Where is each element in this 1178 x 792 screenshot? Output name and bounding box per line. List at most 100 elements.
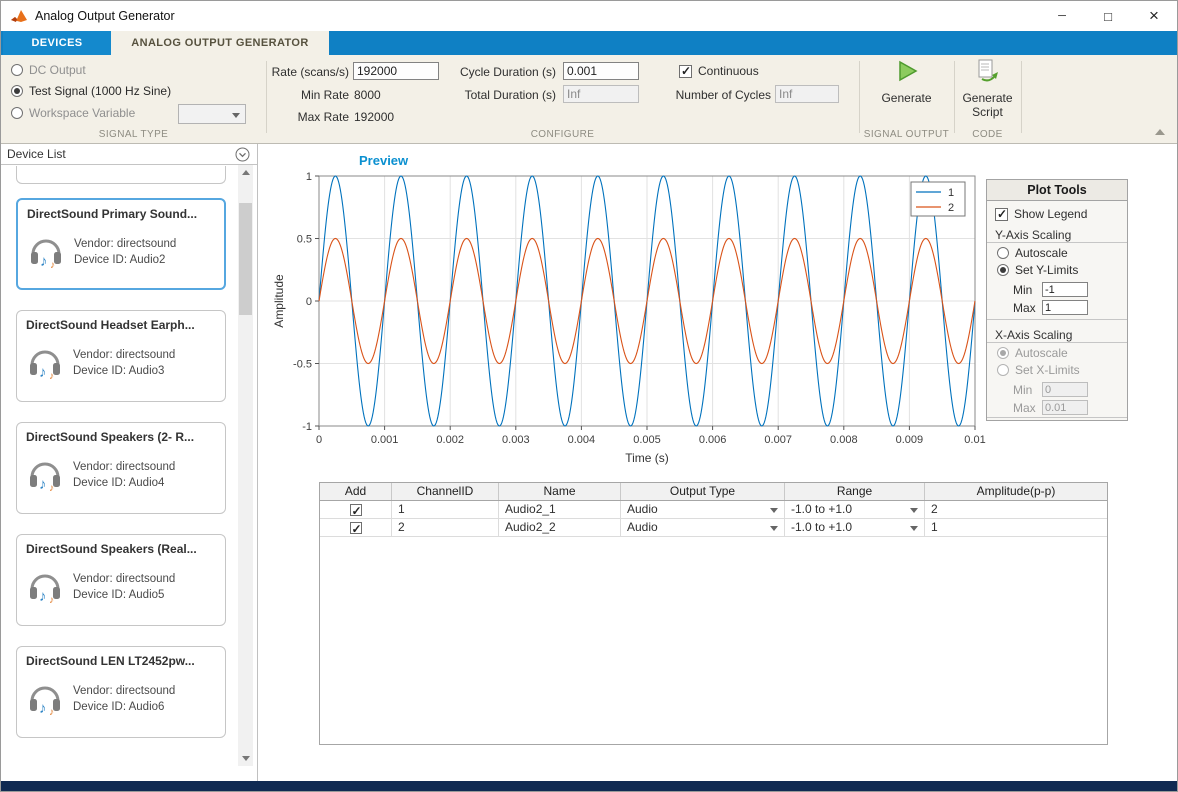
toolstrip-ribbon: DC Output Test Signal (1000 Hz Sine) Wor… xyxy=(1,55,1177,144)
headphones-icon: ♪ ♪ xyxy=(25,563,65,605)
workspace-variable-radio[interactable]: Workspace Variable xyxy=(11,106,135,120)
generate-script-button[interactable]: GenerateScript xyxy=(954,59,1021,119)
checkbox-icon[interactable] xyxy=(350,522,362,534)
checkbox-icon[interactable] xyxy=(995,208,1008,221)
generate-script-label: GenerateScript xyxy=(962,91,1012,119)
workspace-variable-dropdown[interactable] xyxy=(178,104,246,124)
section-label-signal-type: SIGNAL TYPE xyxy=(1,129,266,140)
radio-icon[interactable] xyxy=(997,247,1009,259)
y-max-input[interactable] xyxy=(1042,300,1088,315)
radio-icon[interactable] xyxy=(11,107,23,119)
maximize-button[interactable] xyxy=(1085,1,1131,31)
scroll-up-icon[interactable] xyxy=(238,165,253,180)
y-autoscale-radio[interactable]: Autoscale xyxy=(997,246,1068,260)
col-header-range: Range xyxy=(785,483,925,500)
test-signal-radio[interactable]: Test Signal (1000 Hz Sine) xyxy=(11,84,171,98)
add-cell[interactable] xyxy=(320,501,392,519)
svg-text:♪: ♪ xyxy=(49,371,54,381)
device-list-scrollbar[interactable] xyxy=(238,165,253,766)
scrollbar-thumb[interactable] xyxy=(239,203,252,315)
name-cell[interactable]: Audio2_1 xyxy=(499,501,621,519)
svg-text:-1: -1 xyxy=(302,421,312,433)
channelid-cell: 1 xyxy=(392,501,499,519)
generate-button[interactable]: Generate xyxy=(859,59,954,105)
svg-text:2: 2 xyxy=(948,202,954,214)
x-min-input xyxy=(1042,382,1088,397)
tab-devices[interactable]: DEVICES xyxy=(3,31,111,55)
show-legend-checkbox[interactable]: Show Legend xyxy=(995,207,1087,221)
cycle-duration-input[interactable] xyxy=(563,62,639,80)
device-vendor: Vendor: directsound xyxy=(73,461,175,473)
cycle-duration-label: Cycle Duration (s) xyxy=(431,65,556,79)
add-cell[interactable] xyxy=(320,519,392,537)
amplitude-cell[interactable]: 1 xyxy=(925,519,1107,537)
svg-text:0.001: 0.001 xyxy=(371,434,399,446)
device-vendor: Vendor: directsound xyxy=(73,573,175,585)
device-card-title: DirectSound Primary Sound... xyxy=(27,207,197,221)
radio-icon[interactable] xyxy=(997,264,1009,276)
output-type-cell[interactable]: Audio xyxy=(621,519,785,537)
dc-output-radio[interactable]: DC Output xyxy=(11,63,86,77)
svg-text:1: 1 xyxy=(948,187,954,199)
svg-text:0: 0 xyxy=(316,434,322,446)
range-cell[interactable]: -1.0 to +1.0 xyxy=(785,519,925,537)
checkbox-icon[interactable] xyxy=(350,504,362,516)
svg-text:0.01: 0.01 xyxy=(964,434,985,446)
close-button[interactable] xyxy=(1131,1,1177,31)
svg-text:♪: ♪ xyxy=(49,483,54,493)
rate-input[interactable] xyxy=(353,62,439,80)
chevron-down-icon[interactable] xyxy=(770,526,778,531)
svg-text:0.007: 0.007 xyxy=(764,434,792,446)
device-card[interactable]: DirectSound Speakers (2- R... ♪ ♪ Vendor… xyxy=(16,422,226,514)
chevron-down-icon xyxy=(232,113,240,118)
device-card[interactable]: DirectSound Speakers (Real... ♪ ♪ Vendor… xyxy=(16,534,226,626)
matlab-icon xyxy=(11,9,27,23)
plot-tools-title: Plot Tools xyxy=(987,180,1127,201)
chevron-down-icon[interactable] xyxy=(910,526,918,531)
tab-analog-output-generator[interactable]: ANALOG OUTPUT GENERATOR xyxy=(111,31,329,55)
device-card[interactable]: DirectSound LEN LT2452pw... ♪ ♪ Vendor: … xyxy=(16,646,226,738)
chevron-down-icon[interactable] xyxy=(910,508,918,513)
preview-chart: 00.0010.0020.0030.0040.0050.0060.0070.00… xyxy=(271,168,981,468)
svg-text:♪: ♪ xyxy=(49,707,54,717)
radio-icon[interactable] xyxy=(11,85,23,97)
y-axis-scaling-title: Y-Axis Scaling xyxy=(995,228,1071,242)
svg-text:Time (s): Time (s) xyxy=(625,451,669,465)
minimize-button[interactable] xyxy=(1039,1,1085,31)
name-cell[interactable]: Audio2_2 xyxy=(499,519,621,537)
headphones-icon: ♪ ♪ xyxy=(26,228,66,270)
y-set-limits-radio[interactable]: Set Y-Limits xyxy=(997,263,1078,277)
collapse-ribbon-icon[interactable] xyxy=(1155,129,1165,135)
continuous-checkbox[interactable]: Continuous xyxy=(679,64,759,78)
x-autoscale-label: Autoscale xyxy=(1015,346,1068,360)
radio-icon xyxy=(997,364,1009,376)
svg-text:Amplitude: Amplitude xyxy=(272,274,286,328)
svg-text:♪: ♪ xyxy=(39,364,47,381)
dc-output-label: DC Output xyxy=(29,63,86,77)
radio-icon xyxy=(997,347,1009,359)
collapse-panel-icon[interactable] xyxy=(235,147,250,162)
y-min-input[interactable] xyxy=(1042,282,1088,297)
y-set-limits-label: Set Y-Limits xyxy=(1015,263,1078,277)
chevron-down-icon[interactable] xyxy=(770,508,778,513)
headphones-icon: ♪ ♪ xyxy=(25,451,65,493)
number-of-cycles-input xyxy=(775,85,839,103)
plot-tools-panel: Plot Tools Show Legend Y-Axis Scaling Au… xyxy=(986,179,1128,421)
col-header-name: Name xyxy=(499,483,621,500)
device-id: Device ID: Audio6 xyxy=(73,701,164,713)
channel-table: Add ChannelID Name Output Type Range Amp… xyxy=(319,482,1108,745)
show-legend-label: Show Legend xyxy=(1014,207,1087,221)
device-card[interactable]: DirectSound Headset Earph... ♪ ♪ Vendor:… xyxy=(16,310,226,402)
preview-title: Preview xyxy=(359,153,408,168)
checkbox-icon[interactable] xyxy=(679,65,692,78)
output-type-cell[interactable]: Audio xyxy=(621,501,785,519)
svg-text:0.002: 0.002 xyxy=(436,434,464,446)
radio-icon[interactable] xyxy=(11,64,23,76)
device-card-title: DirectSound Headset Earph... xyxy=(26,318,195,332)
device-card[interactable]: DirectSound Primary Sound... ♪ ♪ Vendor:… xyxy=(16,198,226,290)
scroll-down-icon[interactable] xyxy=(238,751,253,766)
window-title: Analog Output Generator xyxy=(35,9,175,23)
device-card-title: DirectSound LEN LT2452pw... xyxy=(26,654,195,668)
amplitude-cell[interactable]: 2 xyxy=(925,501,1107,519)
range-cell[interactable]: -1.0 to +1.0 xyxy=(785,501,925,519)
